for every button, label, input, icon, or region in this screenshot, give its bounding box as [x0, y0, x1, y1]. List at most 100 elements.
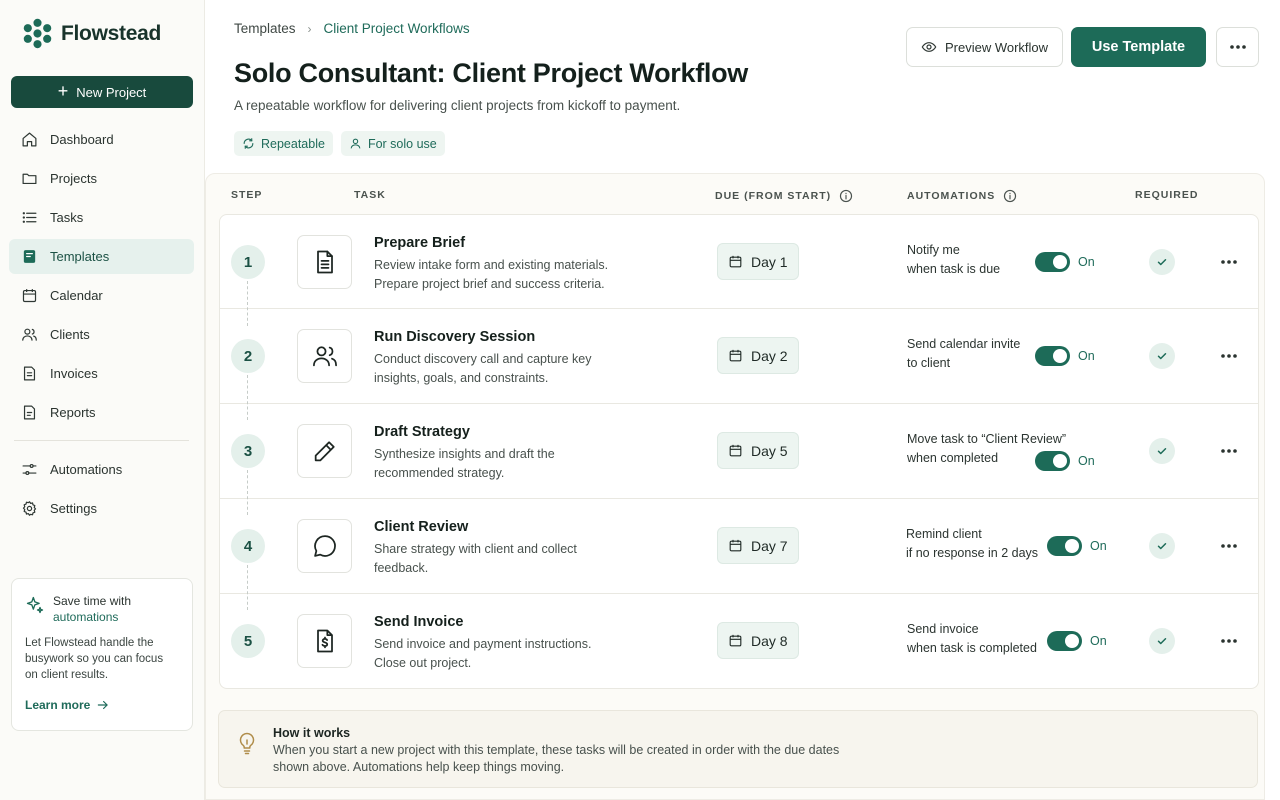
page-title: Solo Consultant: Client Project Workflow	[234, 58, 749, 88]
sidebar-item-label: Projects	[50, 171, 97, 186]
preview-workflow-button[interactable]: Preview Workflow	[906, 27, 1063, 67]
automation-action: Remind client	[906, 527, 982, 541]
row-more-button[interactable]	[1214, 536, 1244, 556]
breadcrumb-templates[interactable]: Templates	[234, 21, 296, 36]
document-icon	[316, 250, 333, 274]
toggle-knob	[1065, 634, 1079, 648]
column-due-label: DUE (FROM START)	[715, 190, 832, 202]
due-day-badge[interactable]: Day 8	[717, 622, 799, 659]
row-more-button[interactable]	[1214, 631, 1244, 651]
toggle-track	[1035, 346, 1070, 366]
table-header: STEP TASK DUE (FROM START) AUTOMATIONS R…	[206, 174, 1264, 214]
required-check[interactable]	[1149, 343, 1175, 369]
row-more-button[interactable]	[1214, 441, 1244, 461]
promo-title-accent: automations	[53, 610, 119, 624]
row-more-button[interactable]	[1214, 346, 1244, 366]
toggle-track	[1047, 536, 1082, 556]
more-options-button[interactable]	[1216, 27, 1259, 67]
sidebar-item-automations[interactable]: Automations	[9, 452, 194, 487]
due-day-badge[interactable]: Day 2	[717, 337, 799, 374]
template-tags: Repeatable For solo use	[234, 131, 445, 156]
automation-toggle[interactable]: On	[1047, 536, 1107, 556]
toggle-track	[1035, 451, 1070, 471]
sidebar-item-label: Tasks	[50, 210, 84, 225]
toggle-knob	[1065, 539, 1079, 553]
toggle-track	[1035, 252, 1070, 272]
check-icon	[1157, 353, 1167, 360]
use-template-button[interactable]: Use Template	[1071, 27, 1206, 67]
tag-repeatable: Repeatable	[234, 131, 333, 156]
new-project-button[interactable]: + New Project	[11, 76, 193, 108]
check-icon	[1157, 543, 1167, 550]
home-icon	[22, 132, 37, 147]
folder-icon	[22, 173, 37, 185]
sidebar-item-invoices[interactable]: Invoices	[9, 356, 194, 391]
toggle-label: On	[1078, 454, 1095, 468]
plus-icon: +	[57, 81, 69, 101]
sidebar-item-label: Clients	[50, 327, 90, 342]
sidebar-item-label: Templates	[50, 249, 110, 264]
table-row[interactable]: 1 Prepare Brief Review intake form and e…	[219, 214, 1259, 326]
sidebar-item-dashboard[interactable]: Dashboard	[9, 122, 194, 157]
learn-more-link[interactable]: Learn more	[25, 698, 179, 712]
column-task: TASK	[354, 189, 386, 201]
due-day-badge[interactable]: Day 7	[717, 527, 799, 564]
toggle-label: On	[1090, 539, 1107, 553]
breadcrumb-current[interactable]: Client Project Workflows	[324, 21, 470, 36]
required-check[interactable]	[1149, 533, 1175, 559]
automation-toggle[interactable]: On	[1035, 451, 1095, 471]
task-icon-box	[297, 424, 352, 478]
table-row[interactable]: 2 Run Discovery Session Conduct discover…	[219, 309, 1259, 420]
app-logo[interactable]: Flowstead	[22, 18, 161, 49]
automation-trigger: when task is completed	[907, 641, 1037, 655]
info-icon[interactable]	[1003, 189, 1017, 203]
automations-promo-card: Save time with automations Let Flowstead…	[11, 578, 193, 731]
automation-toggle[interactable]: On	[1047, 631, 1107, 651]
how-it-works-title: How it works	[273, 726, 351, 740]
due-day-badge[interactable]: Day 5	[717, 432, 799, 469]
automation-description: Notify me when task is due	[907, 241, 1000, 279]
sidebar-item-calendar[interactable]: Calendar	[9, 278, 194, 313]
sidebar-item-reports[interactable]: Reports	[9, 395, 194, 430]
more-horizontal-icon	[1221, 260, 1237, 264]
automation-description: Send calendar invite to client	[907, 335, 1020, 373]
tag-label: Repeatable	[261, 136, 325, 151]
due-day-label: Day 7	[751, 537, 788, 554]
new-project-label: New Project	[76, 84, 147, 100]
tag-solo-use: For solo use	[340, 131, 445, 156]
info-icon[interactable]	[839, 189, 853, 203]
required-check[interactable]	[1149, 249, 1175, 275]
sliders-icon	[22, 463, 37, 476]
due-day-badge[interactable]: Day 1	[717, 243, 799, 280]
toggle-knob	[1053, 454, 1067, 468]
task-icon-box	[297, 235, 352, 289]
calendar-icon	[729, 444, 742, 457]
step-connector	[247, 565, 248, 610]
required-check[interactable]	[1149, 628, 1175, 654]
learn-more-label: Learn more	[25, 698, 91, 712]
sidebar-item-tasks[interactable]: Tasks	[9, 200, 194, 235]
sidebar-item-projects[interactable]: Projects	[9, 161, 194, 196]
table-row[interactable]: 5 Send Invoice Send invoice and payment …	[219, 594, 1259, 689]
sidebar-item-templates[interactable]: Templates	[9, 239, 194, 274]
report-icon	[23, 405, 36, 420]
how-it-works-panel: How it works When you start a new projec…	[218, 710, 1258, 788]
promo-title: Save time with	[53, 594, 132, 608]
automation-toggle[interactable]: On	[1035, 252, 1095, 272]
step-number: 1	[231, 245, 265, 279]
toggle-label: On	[1090, 634, 1107, 648]
users-icon	[312, 346, 337, 367]
table-row[interactable]: 3 Draft Strategy Synthesize insights and…	[219, 404, 1259, 515]
sidebar-item-clients[interactable]: Clients	[9, 317, 194, 352]
repeat-icon	[243, 138, 254, 149]
row-more-button[interactable]	[1214, 252, 1244, 272]
automation-action: Notify me	[907, 243, 960, 257]
sidebar-item-label: Invoices	[50, 366, 98, 381]
table-row[interactable]: 4 Client Review Share strategy with clie…	[219, 499, 1259, 610]
step-number: 5	[231, 624, 265, 658]
automation-toggle[interactable]: On	[1035, 346, 1095, 366]
gear-icon	[22, 501, 37, 516]
sidebar-item-settings[interactable]: Settings	[9, 491, 194, 526]
calendar-icon	[729, 634, 742, 647]
required-check[interactable]	[1149, 438, 1175, 464]
